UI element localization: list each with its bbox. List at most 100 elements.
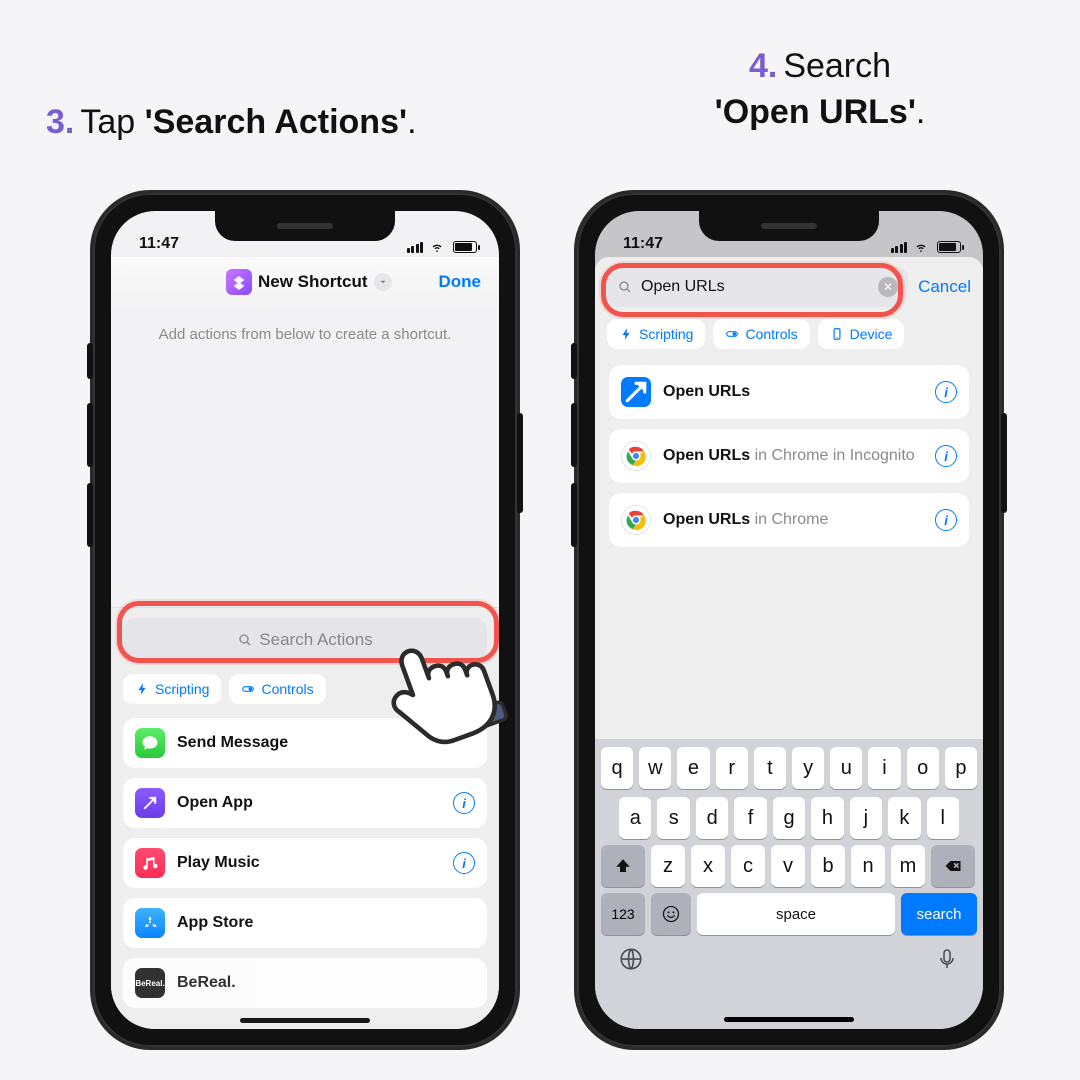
keyboard-row-1: q w e r t y u i o p: [595, 739, 983, 789]
wifi-icon: [913, 241, 929, 253]
signal-icon: [891, 242, 908, 253]
action-open-app[interactable]: Open App i: [123, 778, 487, 828]
result-open-urls-chrome-incognito[interactable]: Open URLs in Chrome in Incognito i: [609, 429, 969, 483]
key-space[interactable]: space: [697, 893, 895, 935]
keyboard-row-3: z x c v b n m: [595, 839, 983, 887]
key-k[interactable]: k: [888, 797, 920, 839]
key-p[interactable]: p: [945, 747, 977, 789]
chrome-icon: [621, 505, 651, 535]
chrome-icon: [621, 441, 651, 471]
tap-cursor-icon: [370, 620, 510, 770]
phone-frame-step4: 11:47 Open URLs ✕ Cancel: [574, 190, 1004, 1050]
key-r[interactable]: r: [716, 747, 748, 789]
chip-scripting[interactable]: Scripting: [123, 674, 221, 704]
mic-icon[interactable]: [933, 945, 961, 973]
key-emoji[interactable]: [651, 893, 691, 935]
result-open-urls-chrome[interactable]: Open URLs in Chrome i: [609, 493, 969, 547]
chip-controls[interactable]: Controls: [713, 319, 809, 349]
info-icon[interactable]: i: [453, 852, 475, 874]
music-icon: [135, 848, 165, 878]
chip-scripting[interactable]: Scripting: [607, 319, 705, 349]
battery-icon: [453, 241, 477, 253]
keyboard-row-2: a s d f g h j k l: [595, 789, 983, 839]
key-t[interactable]: t: [754, 747, 786, 789]
scripting-icon: [619, 327, 633, 341]
key-z[interactable]: z: [651, 845, 685, 887]
empty-hint: Add actions from below to create a short…: [111, 307, 499, 345]
notch: [699, 211, 879, 241]
key-w[interactable]: w: [639, 747, 671, 789]
info-icon[interactable]: i: [935, 381, 957, 403]
action-bereal[interactable]: BeReal. BeReal.: [123, 958, 487, 1008]
key-x[interactable]: x: [691, 845, 725, 887]
key-m[interactable]: m: [891, 845, 925, 887]
key-n[interactable]: n: [851, 845, 885, 887]
instruction-step-3: 3.Tap 'Search Actions'.: [46, 100, 417, 146]
key-b[interactable]: b: [811, 845, 845, 887]
key-j[interactable]: j: [850, 797, 882, 839]
key-s[interactable]: s: [657, 797, 689, 839]
device-icon: [830, 327, 844, 341]
key-search[interactable]: search: [901, 893, 977, 935]
controls-icon: [241, 682, 255, 696]
shift-icon: [614, 857, 632, 875]
chevron-down-icon[interactable]: [374, 273, 392, 291]
key-y[interactable]: y: [792, 747, 824, 789]
safari-open-icon: [621, 377, 651, 407]
key-g[interactable]: g: [773, 797, 805, 839]
info-icon[interactable]: i: [453, 792, 475, 814]
search-value: Open URLs: [641, 278, 870, 296]
signal-icon: [407, 242, 424, 253]
key-c[interactable]: c: [731, 845, 765, 887]
keyboard: q w e r t y u i o p a s d f g h: [595, 739, 983, 1029]
key-e[interactable]: e: [677, 747, 709, 789]
key-f[interactable]: f: [734, 797, 766, 839]
appstore-icon: [135, 908, 165, 938]
clear-icon[interactable]: ✕: [878, 277, 898, 297]
key-d[interactable]: d: [696, 797, 728, 839]
key-o[interactable]: o: [907, 747, 939, 789]
keyboard-row-4: 123 space search: [595, 887, 983, 935]
home-indicator: [240, 1018, 370, 1023]
key-u[interactable]: u: [830, 747, 862, 789]
scripting-icon: [135, 682, 149, 696]
controls-icon: [725, 327, 739, 341]
key-h[interactable]: h: [811, 797, 843, 839]
nav-title: New Shortcut: [258, 272, 368, 292]
result-open-urls[interactable]: Open URLs i: [609, 365, 969, 419]
open-app-icon: [135, 788, 165, 818]
emoji-icon: [661, 904, 681, 924]
chip-controls[interactable]: Controls: [229, 674, 325, 704]
info-icon[interactable]: i: [935, 445, 957, 467]
action-play-music[interactable]: Play Music i: [123, 838, 487, 888]
wifi-icon: [429, 241, 445, 253]
backspace-icon: [943, 856, 963, 876]
key-l[interactable]: l: [927, 797, 959, 839]
action-app-store[interactable]: App Store: [123, 898, 487, 948]
key-backspace[interactable]: [931, 845, 975, 887]
cancel-button[interactable]: Cancel: [918, 277, 971, 297]
chip-device[interactable]: Device: [818, 319, 905, 349]
search-icon: [617, 279, 633, 295]
status-time: 11:47: [139, 235, 179, 253]
notch: [215, 211, 395, 241]
status-time: 11:47: [623, 235, 663, 253]
bereal-icon: BeReal.: [135, 968, 165, 998]
key-i[interactable]: i: [868, 747, 900, 789]
search-icon: [237, 632, 253, 648]
info-icon[interactable]: i: [935, 509, 957, 531]
globe-icon[interactable]: [617, 945, 645, 973]
search-placeholder: Search Actions: [259, 630, 372, 650]
home-indicator: [724, 1017, 854, 1022]
key-123[interactable]: 123: [601, 893, 645, 935]
key-q[interactable]: q: [601, 747, 633, 789]
key-v[interactable]: v: [771, 845, 805, 887]
shortcuts-app-icon: [226, 269, 252, 295]
done-button[interactable]: Done: [439, 272, 482, 292]
nav-bar: New Shortcut Done: [111, 257, 499, 307]
battery-icon: [937, 241, 961, 253]
instruction-step-4: 4.Search 'Open URLs'.: [600, 44, 1040, 136]
key-shift[interactable]: [601, 845, 645, 887]
search-input[interactable]: Open URLs ✕: [607, 267, 908, 307]
key-a[interactable]: a: [619, 797, 651, 839]
